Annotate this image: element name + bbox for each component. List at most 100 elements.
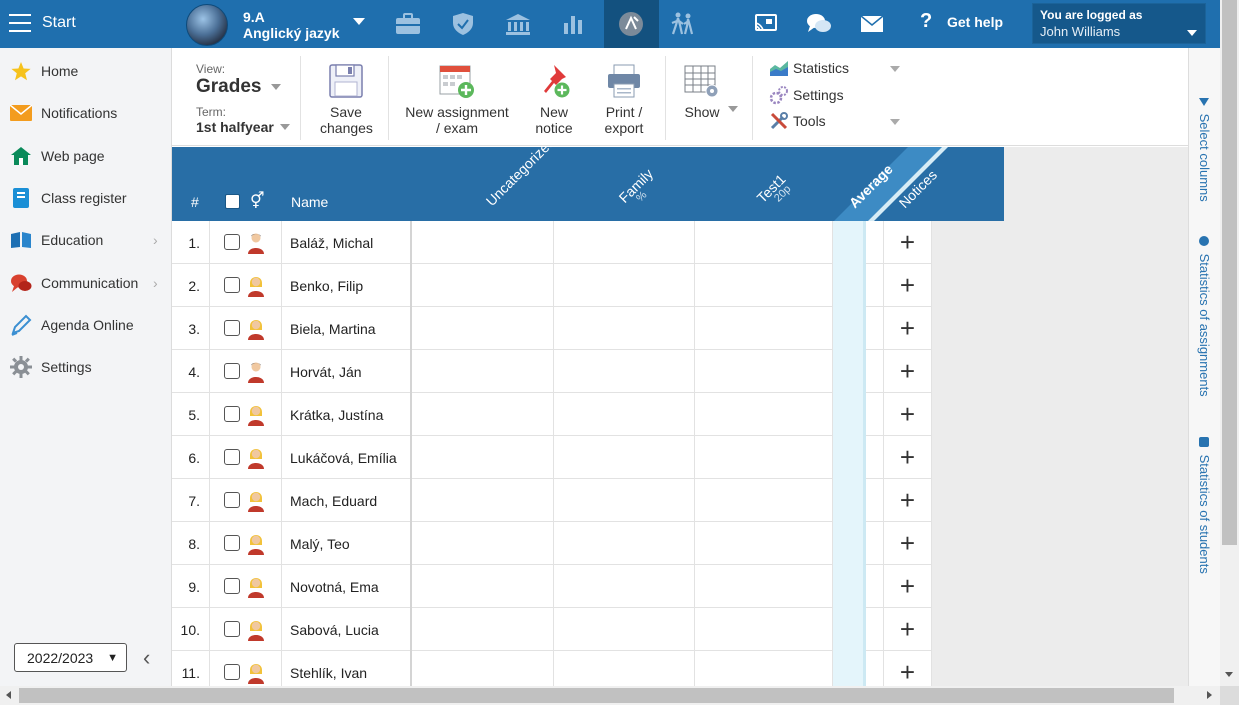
save-changes-button[interactable]: Save changes [320,62,373,136]
grade-cell-family[interactable] [554,651,695,686]
row-checkbox[interactable] [224,578,240,594]
collapse-sidebar-button[interactable]: ‹ [143,647,150,669]
grade-cell-uncategorized[interactable] [412,264,554,307]
chat-bubbles-icon[interactable] [805,10,833,38]
student-name[interactable]: Horvát, Ján [282,350,412,393]
mail-icon[interactable] [858,10,886,38]
grade-cell-family[interactable] [554,350,695,393]
sidebar-item-home[interactable]: Home [0,53,172,89]
column-name[interactable]: Name [291,194,328,210]
row-checkbox[interactable] [224,234,240,250]
add-notice-button[interactable]: + [884,264,932,307]
grade-cell-test1[interactable] [695,221,833,264]
add-notice-button[interactable]: + [884,522,932,565]
grade-cell-family[interactable] [554,479,695,522]
statistics-students-tab[interactable]: Statistics of students [1197,437,1212,574]
grade-cell-test1[interactable] [695,350,833,393]
grade-cell-family[interactable] [554,608,695,651]
add-notice-button[interactable]: + [884,393,932,436]
add-notice-button[interactable]: + [884,307,932,350]
vertical-scrollbar-thumb[interactable] [1222,0,1237,545]
grade-cell-family[interactable] [554,221,695,264]
menu-statistics[interactable]: Statistics [768,58,849,78]
grade-cell-test1[interactable] [695,608,833,651]
menu-settings[interactable]: Settings [768,85,844,105]
grade-cell-family[interactable] [554,264,695,307]
add-notice-button[interactable]: + [884,350,932,393]
sidebar-item-settings[interactable]: Settings [0,349,172,385]
new-assignment-button[interactable]: New assignment / exam [402,62,512,136]
add-notice-button[interactable]: + [884,479,932,522]
row-checkbox[interactable] [224,621,240,637]
grade-cell-uncategorized[interactable] [412,393,554,436]
row-checkbox[interactable] [224,535,240,551]
student-name[interactable]: Sabová, Lucia [282,608,412,651]
student-name[interactable]: Krátka, Justína [282,393,412,436]
chevron-down-icon[interactable] [890,119,900,125]
chevron-down-icon[interactable] [353,18,365,25]
row-checkbox[interactable] [224,320,240,336]
grade-cell-uncategorized[interactable] [412,608,554,651]
scroll-right-arrow-icon[interactable] [1207,691,1212,699]
grade-cell-uncategorized[interactable] [412,221,554,264]
add-notice-button[interactable]: + [884,608,932,651]
grade-cell-test1[interactable] [695,307,833,350]
grades-module-icon[interactable] [617,10,645,38]
grade-cell-uncategorized[interactable] [412,307,554,350]
sidebar-item-agenda-online[interactable]: Agenda Online [0,307,172,343]
grade-cell-family[interactable] [554,522,695,565]
user-menu[interactable]: You are logged as John Williams [1032,3,1206,44]
sidebar-item-communication[interactable]: Communication › [0,265,172,301]
show-dropdown-button[interactable]: Show [680,62,724,120]
student-name[interactable]: Malý, Teo [282,522,412,565]
student-name[interactable]: Mach, Eduard [282,479,412,522]
grade-cell-family[interactable] [554,565,695,608]
vertical-scrollbar[interactable] [1220,0,1239,686]
cast-screen-icon[interactable] [752,10,780,38]
grade-cell-uncategorized[interactable] [412,479,554,522]
row-checkbox[interactable] [224,492,240,508]
statistics-assignments-tab[interactable]: Statistics of assignments [1197,236,1212,397]
grade-cell-uncategorized[interactable] [412,565,554,608]
grade-cell-test1[interactable] [695,565,833,608]
horizontal-scrollbar[interactable] [0,686,1220,705]
horizontal-scrollbar-thumb[interactable] [19,688,1174,703]
grade-cell-family[interactable] [554,436,695,479]
select-all-checkbox[interactable] [225,194,240,209]
help-icon[interactable]: ? [920,10,932,33]
student-name[interactable]: Lukáčová, Emília [282,436,412,479]
grade-cell-uncategorized[interactable] [412,436,554,479]
school-year-select[interactable]: 2022/2023 ▼ [14,643,127,672]
grade-cell-test1[interactable] [695,522,833,565]
grade-cell-uncategorized[interactable] [412,350,554,393]
grade-cell-uncategorized[interactable] [412,651,554,686]
select-columns-tab[interactable]: Select columns [1197,98,1212,202]
row-checkbox[interactable] [224,277,240,293]
scroll-left-arrow-icon[interactable] [6,691,11,699]
view-selector[interactable]: Grades [196,76,261,98]
grade-cell-test1[interactable] [695,264,833,307]
row-checkbox[interactable] [224,406,240,422]
sidebar-item-education[interactable]: Education › [0,222,172,258]
chevron-down-icon[interactable] [280,124,290,130]
student-name[interactable]: Biela, Martina [282,307,412,350]
bar-chart-icon[interactable] [559,10,587,38]
grade-cell-test1[interactable] [695,651,833,686]
student-name[interactable]: Benko, Filip [282,264,412,307]
chevron-down-icon[interactable] [271,84,281,90]
class-avatar[interactable] [186,4,228,46]
grade-cell-family[interactable] [554,393,695,436]
start-link[interactable]: Start [42,14,76,32]
add-notice-button[interactable]: + [884,436,932,479]
get-help-link[interactable]: Get help [947,14,1003,30]
institution-icon[interactable] [504,10,532,38]
walking-people-icon[interactable] [669,10,697,38]
sidebar-item-notifications[interactable]: Notifications [0,95,172,131]
class-selector[interactable]: 9.A Anglický jazyk [243,9,340,41]
grade-cell-test1[interactable] [695,436,833,479]
row-checkbox[interactable] [224,664,240,680]
add-notice-button[interactable]: + [884,651,932,686]
briefcase-icon[interactable] [394,10,422,38]
menu-icon[interactable] [9,14,31,32]
print-export-button[interactable]: Print / export [600,62,648,136]
